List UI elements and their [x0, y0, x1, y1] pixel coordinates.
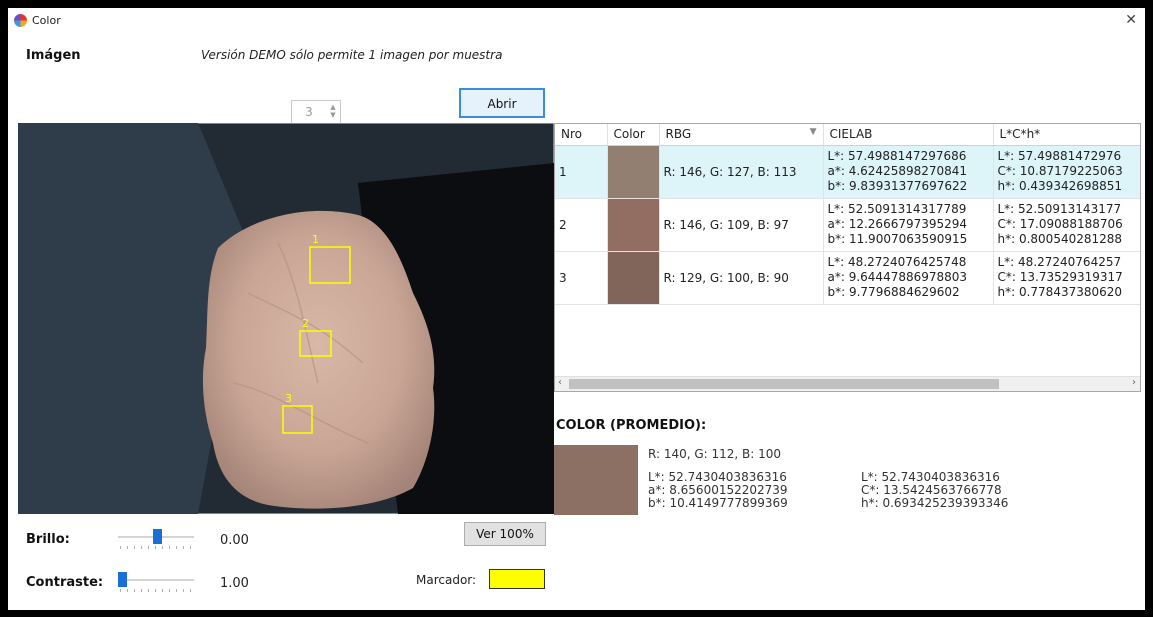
- table-row[interactable]: 2 R: 146, G: 109, B: 97 L*: 52.509131431…: [555, 198, 1140, 252]
- title-bar: Color ✕: [8, 8, 1145, 34]
- brillo-slider-ticks: [120, 546, 192, 549]
- marker-label-3: 3: [285, 392, 292, 405]
- samples-table[interactable]: Nro Color RBG ▼ CIELAB L*C*h* 1 R: 146, G…: [554, 123, 1141, 392]
- marker-label-2: 2: [302, 317, 309, 330]
- color-swatch: [607, 198, 658, 250]
- cell-cielab[interactable]: L*: 57.4988147297686 a*: 4.62425898270841…: [823, 145, 994, 199]
- cell-nro[interactable]: 3: [555, 251, 608, 305]
- cell-lch[interactable]: L*: 52.50913143177 C*: 17.09088188706 h*: …: [993, 198, 1140, 252]
- lch-c: C*: 17.09088188706: [997, 217, 1123, 231]
- sample-image[interactable]: 1 2 3: [18, 123, 554, 514]
- cielab-a: a*: 9.64447886978803: [827, 270, 968, 284]
- average-color-title: COLOR (PROMEDIO):: [556, 418, 707, 433]
- lch-c: C*: 10.87179225063: [997, 164, 1123, 178]
- lch-l: L*: 52.50913143177: [997, 202, 1122, 216]
- marcador-label: Marcador:: [416, 573, 477, 587]
- col-header-nro[interactable]: Nro: [555, 124, 608, 146]
- col-header-cielab[interactable]: CIELAB: [823, 124, 994, 146]
- col-header-rgb-label: RBG: [665, 127, 692, 142]
- color-swatch: [607, 251, 658, 303]
- cell-nro[interactable]: 1: [555, 145, 608, 199]
- horizontal-scrollbar[interactable]: ‹ ›: [555, 376, 1140, 391]
- open-button[interactable]: Abrir: [459, 88, 545, 118]
- average-lch-h: h*: 0.693425239393346: [861, 496, 1009, 510]
- window-title: Color: [32, 14, 61, 27]
- cell-cielab[interactable]: L*: 48.2724076425748 a*: 9.64447886978803…: [823, 251, 994, 305]
- contraste-slider-thumb[interactable]: [118, 572, 127, 587]
- cell-rgb[interactable]: R: 146, G: 127, B: 113: [659, 145, 824, 199]
- col-header-rgb[interactable]: RBG ▼: [659, 124, 824, 146]
- cell-rgb[interactable]: R: 129, G: 100, B: 90: [659, 251, 824, 305]
- average-rgb: R: 140, G: 112, B: 100: [648, 447, 782, 461]
- table-row[interactable]: 3 R: 129, G: 100, B: 90 L*: 48.272407642…: [555, 251, 1140, 305]
- contraste-slider-ticks: [120, 589, 192, 592]
- lch-h: h*: 0.439342698851: [997, 179, 1123, 193]
- lch-h: h*: 0.800540281288: [997, 232, 1123, 246]
- scroll-right-icon[interactable]: ›: [1132, 377, 1136, 388]
- cielab-a: a*: 12.2666797395294: [827, 217, 968, 231]
- brillo-label: Brillo:: [26, 532, 70, 547]
- cielab-l: L*: 48.2724076425748: [827, 255, 967, 269]
- spinner-arrows-icon[interactable]: ▲ ▼: [327, 103, 339, 121]
- image-count-spinner[interactable]: 3 ▲ ▼: [291, 100, 341, 124]
- cell-lch[interactable]: L*: 57.49881472976 C*: 10.87179225063 h*: …: [993, 145, 1140, 199]
- meat-sample-photo: [18, 123, 554, 514]
- brillo-value: 0.00: [220, 533, 249, 548]
- average-cielab-b: b*: 10.4149777899369: [648, 496, 788, 510]
- lch-h: h*: 0.778437380620: [997, 285, 1123, 299]
- table-header-row: Nro Color RBG ▼ CIELAB L*C*h*: [555, 124, 1140, 146]
- cielab-b: b*: 9.83931377697622: [827, 179, 968, 193]
- cell-rgb[interactable]: R: 146, G: 109, B: 97: [659, 198, 824, 252]
- cell-color[interactable]: [607, 145, 660, 199]
- color-window: Color ✕ Imágen Versión DEMO sólo permite…: [8, 8, 1145, 610]
- table-row[interactable]: 1 R: 146, G: 127, B: 113 L*: 57.49881472…: [555, 145, 1140, 199]
- cielab-l: L*: 57.4988147297686: [827, 149, 967, 163]
- lch-l: L*: 57.49881472976: [997, 149, 1122, 163]
- demo-note: Versión DEMO sólo permite 1 imagen por m…: [201, 48, 503, 62]
- sort-arrow-icon[interactable]: ▼: [810, 127, 817, 137]
- cell-color[interactable]: [607, 198, 660, 252]
- average-cielab: L*: 52.7430403836316 a*: 8.6560015220273…: [648, 471, 788, 510]
- cielab-l: L*: 52.5091314317789: [827, 202, 967, 216]
- marcador-color-picker[interactable]: [489, 569, 545, 589]
- cell-nro[interactable]: 2: [555, 198, 608, 252]
- marker-label-1: 1: [312, 233, 319, 246]
- scroll-left-icon[interactable]: ‹: [558, 377, 562, 388]
- contraste-slider[interactable]: [118, 570, 194, 594]
- cielab-a: a*: 4.62425898270841: [827, 164, 968, 178]
- lch-l: L*: 48.27240764257: [997, 255, 1122, 269]
- average-lch: L*: 52.7430403836316 C*: 13.542456376677…: [861, 471, 1008, 510]
- cielab-b: b*: 11.9007063590915: [827, 232, 968, 246]
- cell-lch[interactable]: L*: 48.27240764257 C*: 13.73529319317 h*: …: [993, 251, 1140, 305]
- imagen-label: Imágen: [26, 48, 81, 63]
- cielab-b: b*: 9.7796884629602: [827, 285, 960, 299]
- contraste-label: Contraste:: [26, 575, 104, 590]
- color-wheel-icon: [14, 14, 27, 27]
- average-color-swatch: [554, 445, 638, 515]
- scrollbar-thumb[interactable]: [569, 379, 999, 389]
- contraste-slider-track[interactable]: [118, 579, 194, 581]
- cell-color[interactable]: [607, 251, 660, 305]
- brillo-slider[interactable]: [118, 527, 194, 551]
- lch-c: C*: 13.73529319317: [997, 270, 1123, 284]
- brillo-slider-thumb[interactable]: [153, 529, 162, 544]
- cell-cielab[interactable]: L*: 52.5091314317789 a*: 12.2666797395294…: [823, 198, 994, 252]
- col-header-lch[interactable]: L*C*h*: [993, 124, 1140, 146]
- contraste-value: 1.00: [220, 576, 249, 591]
- close-icon[interactable]: ✕: [1125, 12, 1137, 28]
- col-header-color[interactable]: Color: [607, 124, 660, 146]
- spinner-value[interactable]: 3: [292, 101, 326, 123]
- color-swatch: [607, 145, 658, 197]
- ver-100-button[interactable]: Ver 100%: [464, 522, 546, 546]
